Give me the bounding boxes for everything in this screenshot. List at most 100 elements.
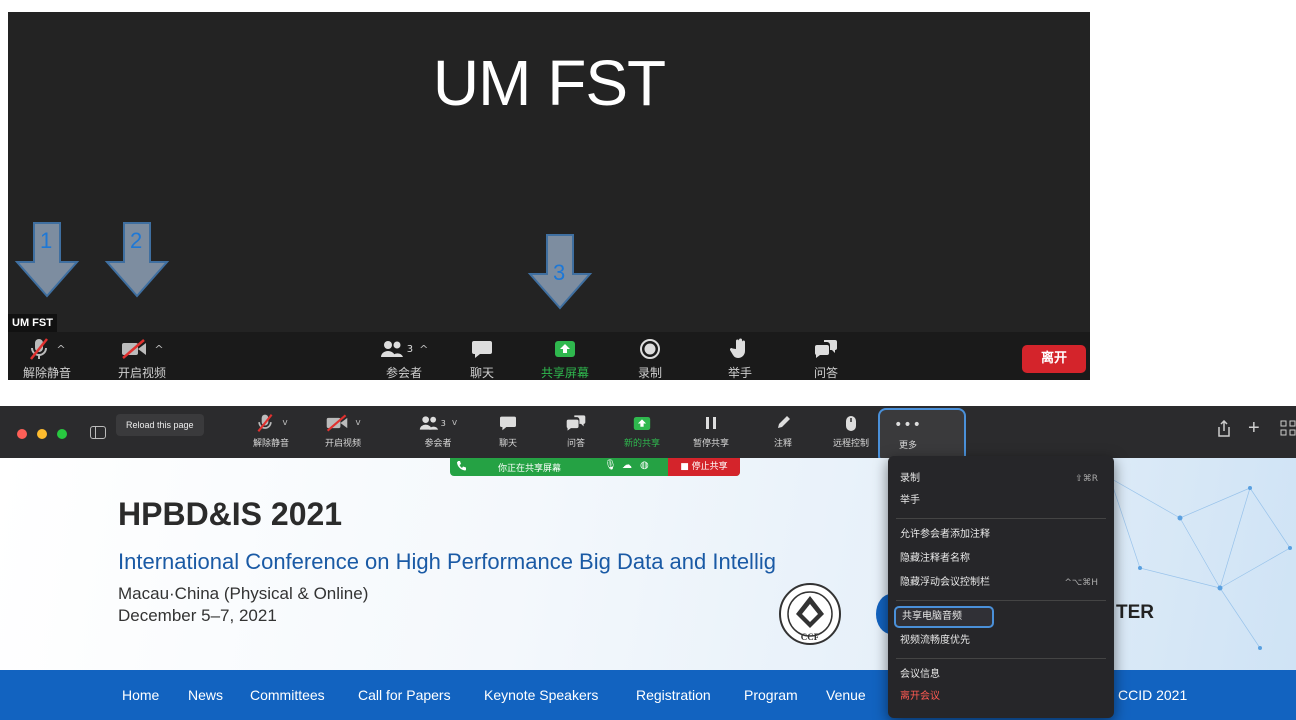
raise-hand-icon — [730, 338, 745, 358]
participants-button[interactable]: 3v 参会者 — [408, 412, 468, 449]
mic-status-icon: 🎙 — [604, 460, 617, 471]
annotation-arrow-1: 1 — [14, 222, 80, 298]
chat-label: 聊天 — [469, 366, 494, 380]
menu-separator — [896, 600, 1106, 601]
menu-item-allow-annotate[interactable]: 允许参会者添加注释 — [900, 526, 1102, 544]
menu-item-meeting-info[interactable]: 会议信息 — [900, 666, 1102, 684]
qa-label: 问答 — [813, 366, 838, 380]
partner-name-partial: TER — [1116, 602, 1154, 623]
unmute-label: 解除静音 — [252, 439, 289, 449]
chevron-up-icon[interactable]: ^ — [154, 343, 163, 356]
nav-link-program[interactable]: Program — [744, 687, 798, 703]
participants-count: 3 — [406, 343, 414, 355]
record-label: 录制 — [637, 366, 662, 380]
participants-label: 参会者 — [385, 366, 422, 380]
start-video-button[interactable]: ^ 开启视频 — [102, 336, 182, 380]
annotation-arrow-3: 3 — [527, 234, 593, 310]
reload-tooltip: Reload this page — [116, 414, 204, 436]
stop-share-label: 停止共享 — [691, 462, 728, 472]
sidebar-toggle-icon[interactable] — [90, 426, 106, 439]
pause-share-button[interactable]: 暂停共享 — [688, 412, 734, 449]
video-off-icon — [327, 414, 348, 432]
annotation-number: 1 — [40, 228, 53, 253]
annotation-number: 3 — [553, 260, 566, 285]
start-video-button[interactable]: v 开启视频 — [318, 412, 368, 449]
annotation-number: 2 — [130, 228, 143, 253]
chevron-down-icon[interactable]: v — [355, 418, 360, 428]
nav-link-registration[interactable]: Registration — [636, 687, 711, 703]
more-dots-icon: ••• — [894, 417, 922, 433]
nav-link-ccid[interactable]: CCID 2021 — [1118, 687, 1187, 703]
stop-share-button[interactable]: ■ 停止共享 — [668, 458, 740, 476]
nav-link-committees[interactable]: Committees — [250, 687, 325, 703]
close-window-button[interactable] — [17, 429, 27, 439]
qa-button[interactable]: 问答 — [806, 336, 846, 380]
menu-item-raise-hand[interactable]: 举手 — [900, 492, 1102, 510]
conference-title: HPBD&IS 2021 — [118, 496, 343, 532]
menu-item-label: 录制 — [900, 473, 920, 484]
nav-link-news[interactable]: News — [188, 687, 223, 703]
more-dropdown-menu: 录制 ⇧⌘R 举手 允许参会者添加注释 隐藏注释者名称 隐藏浮动会议控制栏 ^⌥⌘H… — [888, 456, 1114, 718]
qa-icon — [814, 340, 837, 358]
chat-label: 聊天 — [498, 439, 517, 449]
chevron-up-icon[interactable]: ^ — [56, 343, 65, 356]
menu-item-optimize-video[interactable]: 视频流畅度优先 — [900, 632, 1102, 650]
meeting-name-display: UM FST — [432, 47, 666, 119]
ccf-logo-text: CCF — [801, 632, 820, 642]
shortcut-label: ⇧⌘R — [1075, 474, 1098, 484]
qa-label: 问答 — [566, 439, 585, 449]
ccf-logo: CCF — [778, 582, 842, 651]
nav-link-venue[interactable]: Venue — [826, 687, 866, 703]
qa-icon — [566, 415, 586, 431]
minimize-window-button[interactable] — [37, 429, 47, 439]
maximize-window-button[interactable] — [57, 429, 67, 439]
conference-subtitle: International Conference on High Perform… — [118, 549, 776, 574]
chevron-up-icon[interactable]: ^ — [419, 343, 428, 356]
raise-hand-button[interactable]: 举手 — [720, 336, 760, 380]
leave-button[interactable]: 离开 — [1022, 345, 1086, 373]
nav-link-home[interactable]: Home — [122, 687, 159, 703]
menu-item-leave-meeting[interactable]: 离开会议 — [900, 688, 1102, 706]
remote-control-button[interactable]: 远程控制 — [826, 412, 876, 449]
chevron-down-icon[interactable]: v — [452, 418, 457, 428]
menu-separator — [896, 658, 1106, 659]
participants-label: 参会者 — [424, 439, 452, 449]
annotation-arrow-2: 2 — [104, 222, 170, 298]
new-tab-icon[interactable]: + — [1248, 417, 1260, 440]
unmute-label: 解除静音 — [22, 366, 71, 380]
menu-item-hide-annotator-names[interactable]: 隐藏注释者名称 — [900, 550, 1102, 568]
chevron-down-icon[interactable]: v — [282, 418, 287, 428]
annotate-button[interactable]: 注释 — [768, 412, 798, 449]
sharing-status-bar: 你正在共享屏幕 🎙 ☁ ◍ ■ 停止共享 — [450, 458, 740, 476]
phone-icon — [456, 460, 466, 475]
stop-icon: ■ — [680, 462, 692, 472]
annotate-label: 注释 — [773, 439, 792, 449]
qa-button[interactable]: 问答 — [558, 412, 594, 449]
unmute-button[interactable]: v 解除静音 — [246, 412, 296, 449]
chat-button[interactable]: 聊天 — [490, 412, 526, 449]
menu-item-share-computer-audio[interactable]: 共享电脑音频 — [894, 606, 994, 628]
share-screen-icon — [633, 416, 651, 430]
chat-icon — [500, 416, 516, 431]
meeting-window: UM FST 1 2 3 UM FST ^ 解除静音 ^ 开启视频 3 ^ 参会… — [8, 12, 1090, 380]
muted-microphone-icon — [30, 338, 49, 360]
tab-overview-icon[interactable] — [1280, 420, 1296, 441]
menu-item-hide-floating-controls[interactable]: 隐藏浮动会议控制栏 ^⌥⌘H — [900, 574, 1102, 592]
share-icon[interactable] — [1216, 419, 1232, 443]
participants-icon — [380, 341, 403, 357]
participants-button[interactable]: 3 ^ 参会者 — [364, 336, 444, 380]
nav-link-call-for-papers[interactable]: Call for Papers — [358, 687, 451, 703]
nav-link-keynote-speakers[interactable]: Keynote Speakers — [484, 687, 598, 703]
participants-icon — [419, 416, 438, 430]
unmute-button[interactable]: ^ 解除静音 — [12, 336, 82, 380]
more-button-content: ••• 更多 — [888, 414, 928, 451]
participants-count: 3 — [440, 418, 446, 428]
pencil-icon — [778, 416, 790, 428]
share-screen-button[interactable]: 共享屏幕 — [530, 336, 600, 380]
pause-share-label: 暂停共享 — [692, 439, 729, 449]
record-button[interactable]: 录制 — [630, 336, 670, 380]
chat-button[interactable]: 聊天 — [462, 336, 502, 380]
new-share-button[interactable]: 新的共享 — [620, 412, 664, 449]
menu-item-record[interactable]: 录制 ⇧⌘R — [900, 470, 1102, 488]
network-graphic — [1108, 476, 1292, 650]
